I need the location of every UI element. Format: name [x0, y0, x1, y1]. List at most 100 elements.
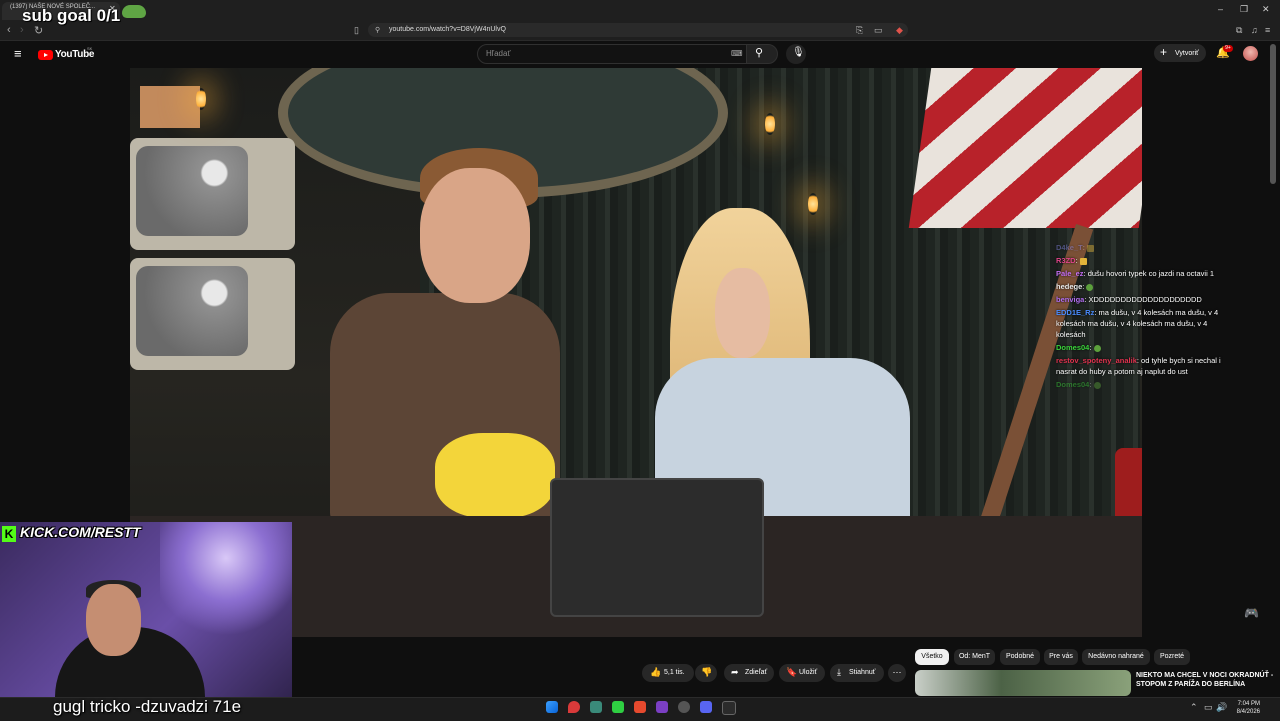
- dislike-button[interactable]: 👎: [695, 664, 717, 682]
- clock-date: 8/4/2026: [1236, 709, 1260, 715]
- retro-tv-screen-top: [136, 146, 248, 236]
- microphone-icon: 🎙: [792, 47, 805, 58]
- more-actions-button[interactable]: ⋯: [888, 664, 906, 682]
- chat-emote-icon: [1086, 244, 1094, 252]
- hamburger-menu-icon[interactable]: ≡: [14, 46, 22, 61]
- app-icon[interactable]: [722, 701, 736, 715]
- menu-icon[interactable]: ≡: [1265, 25, 1270, 35]
- chip-recently-uploaded[interactable]: Nedávno nahrané: [1082, 649, 1150, 665]
- like-count: 5,1 tis.: [664, 669, 685, 676]
- chat-text: XDDDDDDDDDDDDDDDDDDDD: [1088, 295, 1202, 304]
- ring-light: [160, 522, 292, 642]
- download-icon: ⤓: [837, 667, 841, 677]
- discord-icon[interactable]: [700, 701, 712, 713]
- recommended-video-thumbnail[interactable]: [915, 670, 1131, 696]
- chip-all[interactable]: Všetko: [915, 649, 949, 665]
- brave-shield-icon[interactable]: ◆: [896, 25, 903, 36]
- search-icon: ⚲: [755, 47, 764, 59]
- search-input[interactable]: [477, 44, 747, 64]
- app-icon[interactable]: [590, 701, 602, 713]
- maps-pin-icon[interactable]: [568, 701, 580, 713]
- download-label: Stiahnuť: [849, 669, 876, 676]
- notification-count-badge: 9+: [1223, 45, 1233, 52]
- pixel-block-decoration: [140, 86, 200, 128]
- light-bulb: [765, 113, 775, 135]
- chat-username: EDD1E_Rz: [1056, 308, 1095, 317]
- clock-time: 7:04 PM: [1237, 701, 1260, 707]
- create-label: Vytvoriť: [1175, 50, 1199, 57]
- gamepad-icon: 🎮: [1244, 606, 1259, 620]
- chat-emote-icon: [1093, 381, 1101, 389]
- close-window-button[interactable]: ✕: [1262, 4, 1270, 15]
- light-bulb: [808, 193, 818, 215]
- minimize-window-button[interactable]: –: [1218, 4, 1223, 14]
- chat-username: R3ZD: [1056, 256, 1076, 265]
- stream-chat-overlay: D4ke_T: R3ZD: Pale_ez: dušu hovori typek…: [1056, 242, 1228, 392]
- chat-emote-icon: [1093, 344, 1101, 352]
- frog-emote-icon: [122, 5, 146, 18]
- tablet-device: [550, 478, 764, 617]
- chevron-up-icon[interactable]: ⌃: [1190, 702, 1198, 713]
- chip-from-channel[interactable]: Od: MenT: [954, 649, 995, 665]
- windows-start-icon[interactable]: [546, 701, 558, 713]
- page-scrollbar[interactable]: [1270, 44, 1276, 184]
- person-man-face: [420, 168, 530, 303]
- extensions-icon[interactable]: ⧉: [1236, 25, 1242, 36]
- save-button[interactable]: 🔖 Uložiť: [779, 664, 825, 682]
- kick-logo-icon: K: [2, 526, 16, 542]
- translate-icon[interactable]: ⎘: [856, 25, 863, 36]
- browser-tab-bar: [0, 0, 1280, 20]
- thumbs-up-icon: 👍: [650, 667, 662, 677]
- cast-icon[interactable]: ▭: [874, 25, 883, 36]
- sub-goal-overlay: sub goal 0/1: [22, 6, 121, 25]
- chat-username: restov_spoteny_analik: [1056, 356, 1137, 365]
- chat-message: hedege:: [1056, 281, 1228, 292]
- maximize-window-button[interactable]: ❐: [1240, 4, 1248, 15]
- chat-username: hedege: [1056, 282, 1083, 291]
- avatar[interactable]: [1243, 46, 1258, 61]
- chat-message: Domes04:: [1056, 379, 1228, 390]
- chat-username: benviga: [1056, 295, 1085, 304]
- brave-browser-icon[interactable]: [634, 701, 646, 713]
- search-placeholder: Hľadať: [486, 49, 511, 58]
- like-button[interactable]: 👍 5,1 tis.: [642, 664, 694, 682]
- back-icon[interactable]: ‹: [7, 24, 11, 36]
- share-button[interactable]: ➦ Zdieľať: [724, 664, 774, 682]
- settings-gear-icon[interactable]: [678, 701, 690, 713]
- person-woman-face: [715, 268, 770, 358]
- url-text: youtube.com/watch?v=D8VjW4nUlvQ: [389, 26, 506, 33]
- youtube-logo-icon[interactable]: [38, 50, 53, 60]
- chat-message: Pale_ez: dušu hovori typek co jazdi na o…: [1056, 268, 1228, 279]
- system-clock[interactable]: 7:04 PM 8/4/2026: [1230, 700, 1260, 716]
- chat-message: benviga: XDDDDDDDDDDDDDDDDDDDD: [1056, 294, 1228, 305]
- bookmark-add-icon: 🔖: [786, 667, 798, 677]
- chat-separator: :: [1089, 380, 1094, 389]
- webcam-overlay: [0, 522, 292, 720]
- chat-username: Pale_ez: [1056, 269, 1084, 278]
- obs-icon[interactable]: [656, 701, 668, 713]
- chat-message: restov_spoteny_analik: od tyhle bych si …: [1056, 355, 1228, 377]
- chat-username: Domes04: [1056, 343, 1090, 352]
- chat-message: EDD1E_Rz: ma dušu, v 4 kolesách ma dušu,…: [1056, 307, 1228, 340]
- volume-icon[interactable]: 🔊: [1216, 702, 1227, 713]
- chat-message: Domes04:: [1056, 342, 1228, 353]
- kick-app-icon[interactable]: [612, 701, 624, 713]
- site-info-icon[interactable]: ⚲: [375, 26, 380, 34]
- kick-channel-label: KICK.COM/RESTT: [20, 524, 141, 540]
- chip-watched[interactable]: Pozreté: [1154, 649, 1190, 665]
- save-label: Uložiť: [799, 669, 818, 676]
- chat-username: D4ke_T: [1056, 243, 1083, 252]
- chip-related[interactable]: Podobné: [1000, 649, 1040, 665]
- light-bulb: [196, 88, 206, 110]
- network-icon[interactable]: ▭: [1204, 702, 1213, 713]
- keyboard-icon[interactable]: ⌨: [731, 49, 743, 58]
- recommended-video-title[interactable]: NIEKTO MA CHCEL V NOCI OKRADNÚŤ - STOPOM…: [1136, 671, 1276, 689]
- chat-text: dušu hovori typek co jazdi na octavii 1: [1087, 269, 1215, 278]
- chip-for-you[interactable]: Pre vás: [1044, 649, 1078, 665]
- media-icon[interactable]: ♫: [1251, 25, 1258, 35]
- download-button[interactable]: ⤓ Stiahnuť: [830, 664, 884, 682]
- bookmark-icon[interactable]: ▯: [354, 25, 359, 36]
- retro-tv-screen-bottom: [136, 266, 248, 356]
- streamer-face: [86, 584, 141, 656]
- chat-message: D4ke_T:: [1056, 242, 1228, 253]
